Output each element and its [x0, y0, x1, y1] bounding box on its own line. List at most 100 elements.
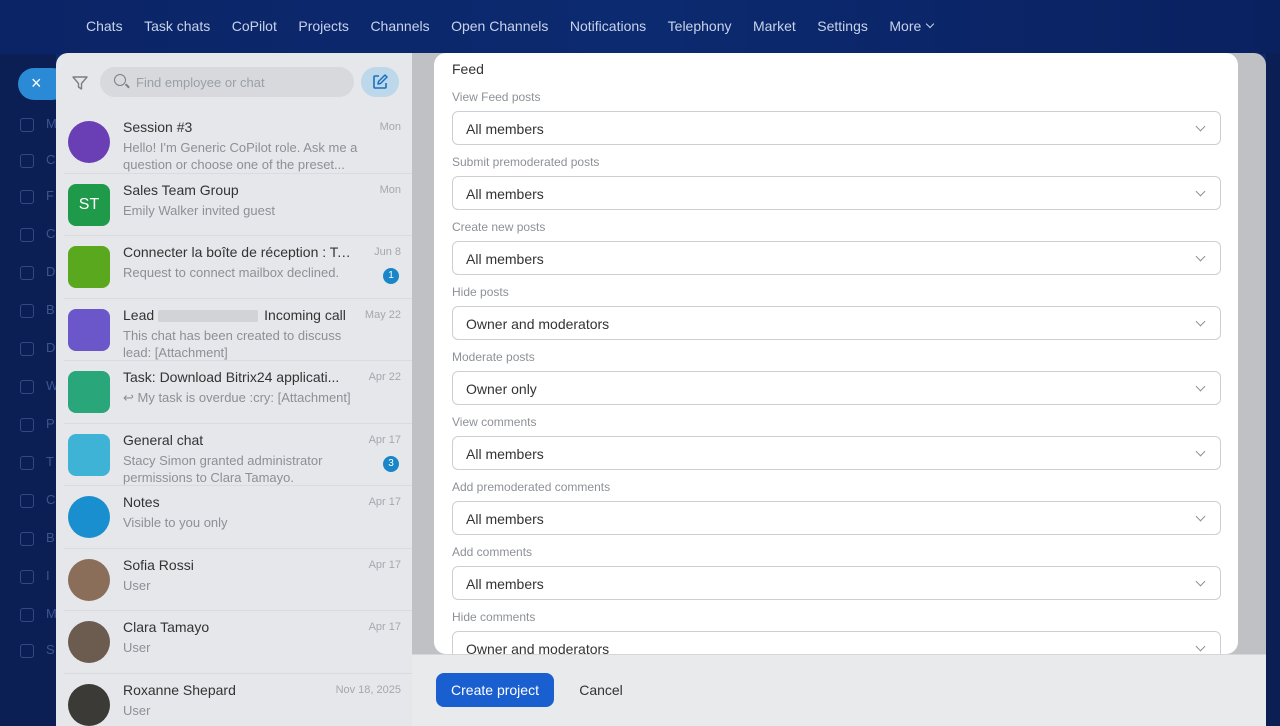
- close-icon: ×: [31, 73, 42, 93]
- chat-preview: User: [123, 640, 151, 655]
- chat-date: Apr 17: [368, 496, 401, 508]
- sidebar-icon[interactable]: [20, 418, 34, 432]
- sidebar-item-label: C: [46, 152, 56, 167]
- chat-title: Task: Download Bitrix24 applicati...: [123, 369, 339, 385]
- chat-title-text: Notes: [123, 494, 160, 510]
- chat-date: Apr 17: [368, 558, 401, 571]
- sidebar-icon[interactable]: [20, 494, 34, 508]
- chat-item[interactable]: Clara Tamayo Apr 17 User: [64, 611, 412, 674]
- sidebar-icon[interactable]: [20, 228, 34, 242]
- permission-select[interactable]: Owner only: [452, 371, 1221, 405]
- nav-channels[interactable]: Channels: [370, 18, 429, 34]
- sidebar-item-label: D: [46, 340, 56, 355]
- chevron-down-icon: [1195, 316, 1206, 327]
- chat-preview: ↩ My task is overdue :cry: [Attachment]: [123, 390, 351, 405]
- permission-select[interactable]: All members: [452, 241, 1221, 275]
- nav-telephony[interactable]: Telephony: [668, 18, 732, 34]
- chat-preview: User: [123, 702, 151, 718]
- sidebar-item-label: B: [46, 530, 55, 545]
- chat-item[interactable]: Task: Download Bitrix24 applicati... Apr …: [64, 361, 412, 424]
- chat-item[interactable]: Session #3 Mon Hello! I'm Generic CoPilot …: [64, 111, 412, 174]
- chevron-down-icon: [1195, 641, 1206, 652]
- chat-date: May 22: [364, 308, 401, 321]
- chevron-down-icon: [926, 19, 935, 29]
- chevron-down-icon: [1195, 446, 1206, 457]
- sidebar-item-label: I: [46, 568, 50, 583]
- nav-settings[interactable]: Settings: [817, 18, 868, 34]
- sidebar-icon[interactable]: [20, 456, 34, 470]
- permission-select[interactable]: Owner and moderators: [452, 631, 1221, 654]
- search-input[interactable]: [136, 73, 346, 91]
- field-label: Add premoderated comments: [452, 480, 611, 494]
- chat-item[interactable]: ST Sales Team Group Mon Emily Walker invite…: [64, 174, 412, 236]
- permission-select[interactable]: Owner and moderators: [452, 306, 1221, 340]
- sidebar-item-label: C: [46, 226, 56, 241]
- create-project-button[interactable]: Create project: [436, 673, 554, 707]
- chat-title: Session #3: [123, 119, 192, 135]
- sidebar-icon[interactable]: [20, 266, 34, 280]
- chat-item[interactable]: General chat Apr 17 Stacy Simon granted ad…: [64, 424, 412, 486]
- permission-select[interactable]: All members: [452, 566, 1221, 600]
- field-label: View Feed posts: [452, 90, 541, 104]
- chevron-down-icon: [1195, 186, 1206, 197]
- sidebar-icon[interactable]: [20, 380, 34, 394]
- chat-item[interactable]: Roxanne Shepard Nov 18, 2025 User: [64, 674, 412, 726]
- sidebar-icon[interactable]: [20, 154, 34, 168]
- chat-title: Notes: [123, 494, 160, 510]
- sidebar-item-label: P: [46, 416, 55, 431]
- sidebar-item-label: D: [46, 264, 56, 279]
- sidebar-icon[interactable]: [20, 304, 34, 318]
- select-value: All members: [466, 511, 544, 527]
- permission-select[interactable]: All members: [452, 436, 1221, 470]
- sidebar-icon[interactable]: [20, 608, 34, 622]
- permission-select[interactable]: All members: [452, 111, 1221, 145]
- select-value: All members: [466, 251, 544, 267]
- nav-more[interactable]: More: [889, 18, 935, 34]
- sidebar-icon[interactable]: [20, 118, 34, 132]
- sidebar-icon[interactable]: [20, 342, 34, 356]
- sidebar-icon[interactable]: [20, 570, 34, 584]
- permission-select[interactable]: All members: [452, 176, 1221, 210]
- chat-date: Nov 18, 2025: [335, 683, 401, 696]
- chat-item[interactable]: Notes Apr 17 Visible to you only: [64, 486, 412, 549]
- chat-title: Sales Team Group: [123, 182, 239, 198]
- sidebar-icon[interactable]: [20, 644, 34, 658]
- chat-item[interactable]: Connecter la boîte de réception : To... J…: [64, 236, 412, 299]
- nav-copilot[interactable]: CoPilot: [232, 18, 277, 34]
- sidebar-icon[interactable]: [20, 532, 34, 546]
- chat-title: General chat: [123, 432, 203, 448]
- redacted-text: [158, 309, 259, 322]
- avatar: [68, 558, 110, 601]
- select-value: All members: [466, 186, 544, 202]
- chat-preview: Request to connect mailbox declined.: [123, 265, 340, 280]
- chevron-down-icon: [1195, 121, 1206, 132]
- chat-title-text: General chat: [123, 431, 204, 448]
- nav-task-chats[interactable]: Task chats: [144, 18, 210, 34]
- chat-date: Apr 17: [368, 621, 401, 633]
- search-box[interactable]: [100, 67, 354, 97]
- chat-list-panel: Session #3 Mon Hello! I'm Generic CoPilot …: [56, 53, 412, 726]
- new-chat-button[interactable]: [361, 67, 399, 97]
- chat-title-suffix: Incoming call: [264, 306, 346, 323]
- sidebar-icon[interactable]: [20, 190, 34, 204]
- section-title-feed: Feed: [452, 61, 484, 77]
- nav-notifications[interactable]: Notifications: [570, 18, 646, 34]
- nav-projects[interactable]: Projects: [298, 18, 349, 34]
- nav-chats[interactable]: Chats: [86, 18, 123, 34]
- chat-title-text: Session #3: [123, 119, 193, 135]
- cancel-button[interactable]: Cancel: [570, 673, 632, 707]
- nav-market[interactable]: Market: [753, 18, 796, 34]
- nav-open-channels[interactable]: Open Channels: [451, 18, 548, 34]
- chat-title: Connecter la boîte de réception : To...: [123, 244, 353, 260]
- avatar: [68, 371, 110, 413]
- permission-select[interactable]: All members: [452, 501, 1221, 535]
- chat-preview: Visible to you only: [123, 515, 228, 530]
- sidebar-item-label: F: [46, 188, 54, 203]
- field-label: View comments: [452, 415, 537, 429]
- chat-item[interactable]: Lead Incoming call May 22 This chat has bee…: [64, 299, 412, 361]
- chat-item[interactable]: Sofia Rossi Apr 17 User: [64, 549, 412, 611]
- chat-date: Apr 22: [368, 371, 401, 383]
- select-value: All members: [466, 446, 544, 462]
- select-value: All members: [466, 121, 544, 137]
- filter-icon[interactable]: [72, 75, 88, 91]
